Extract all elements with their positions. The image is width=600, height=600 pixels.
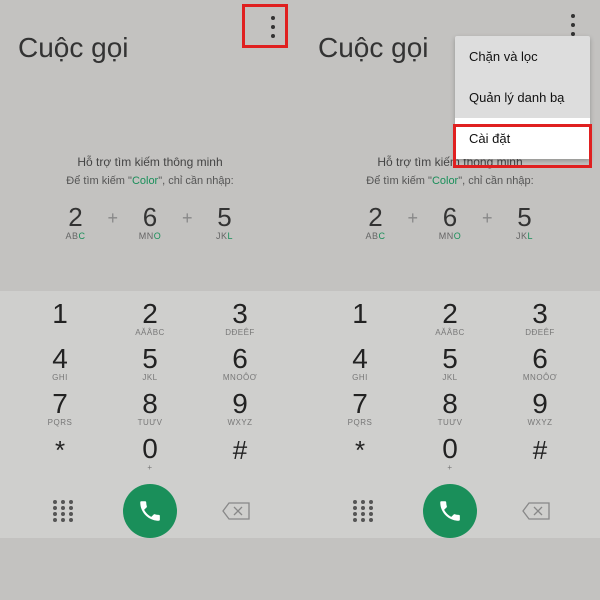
hint-line-1: Hỗ trợ tìm kiếm thông minh <box>10 155 290 169</box>
backspace-icon[interactable] <box>196 501 276 521</box>
key-1[interactable]: 1 <box>320 300 400 337</box>
key-9[interactable]: 9WXYZ <box>200 390 280 427</box>
key-8[interactable]: 8TUƯV <box>110 390 190 427</box>
key-0[interactable]: 0+ <box>410 435 490 472</box>
key-hash[interactable]: # <box>500 435 580 472</box>
example-keys: 2 ABC + 6 MNO + 5 JKL <box>310 202 590 241</box>
example-key: 2 ABC <box>53 202 97 241</box>
key-5[interactable]: 5JKL <box>110 345 190 382</box>
plus-sep: + <box>107 202 118 229</box>
keypad: 1 2AĂÂBC 3DĐEÊF 4GHI 5JKL 6MNOÔƠ 7PQRS 8… <box>0 291 300 538</box>
key-7[interactable]: 7PQRS <box>20 390 100 427</box>
keypad-toggle-icon[interactable] <box>324 500 404 522</box>
plus-sep: + <box>482 202 493 229</box>
page-title: Cuộc gọi <box>18 32 129 64</box>
example-key: 2 ABC <box>353 202 397 241</box>
key-3[interactable]: 3DĐEÊF <box>200 300 280 337</box>
menu-item-block[interactable]: Chặn và lọc <box>455 36 590 77</box>
example-key: 5 JKL <box>203 202 247 241</box>
call-button[interactable] <box>123 484 177 538</box>
backspace-icon[interactable] <box>496 501 576 521</box>
call-button[interactable] <box>423 484 477 538</box>
example-key: 6 MNO <box>428 202 472 241</box>
keypad-toggle-icon[interactable] <box>24 500 104 522</box>
page-title: Cuộc gọi <box>318 32 429 64</box>
plus-sep: + <box>182 202 193 229</box>
key-6[interactable]: 6MNOÔƠ <box>200 345 280 382</box>
key-5[interactable]: 5JKL <box>410 345 490 382</box>
smart-search-hint: Hỗ trợ tìm kiếm thông minh Để tìm kiếm "… <box>0 95 300 251</box>
key-1[interactable]: 1 <box>20 300 100 337</box>
key-star[interactable]: * <box>320 435 400 472</box>
example-key: 6 MNO <box>128 202 172 241</box>
menu-item-contacts[interactable]: Quản lý danh bạ <box>455 77 590 118</box>
example-keys: 2 ABC + 6 MNO + 5 JKL <box>10 202 290 241</box>
highlight-settings-item <box>453 124 592 168</box>
key-3[interactable]: 3DĐEÊF <box>500 300 580 337</box>
key-9[interactable]: 9WXYZ <box>500 390 580 427</box>
key-6[interactable]: 6MNOÔƠ <box>500 345 580 382</box>
example-key: 5 JKL <box>503 202 547 241</box>
key-4[interactable]: 4GHI <box>20 345 100 382</box>
key-7[interactable]: 7PQRS <box>320 390 400 427</box>
plus-sep: + <box>407 202 418 229</box>
key-hash[interactable]: # <box>200 435 280 472</box>
hint-line-2: Để tìm kiếm "Color", chỉ cần nhập: <box>10 175 290 187</box>
key-star[interactable]: * <box>20 435 100 472</box>
hint-line-2: Để tìm kiếm "Color", chỉ cần nhập: <box>310 175 590 187</box>
key-0[interactable]: 0+ <box>110 435 190 472</box>
dialer-panel-left: Cuộc gọi Hỗ trợ tìm kiếm thông minh Để t… <box>0 0 300 600</box>
key-4[interactable]: 4GHI <box>320 345 400 382</box>
key-2[interactable]: 2AĂÂBC <box>110 300 190 337</box>
key-2[interactable]: 2AĂÂBC <box>410 300 490 337</box>
dialer-panel-right: Cuộc gọi Chặn và lọc Quản lý danh bạ Cài… <box>300 0 600 600</box>
more-options-icon[interactable] <box>564 14 582 36</box>
highlight-more-button <box>242 4 288 48</box>
key-8[interactable]: 8TUƯV <box>410 390 490 427</box>
keypad: 1 2AĂÂBC 3DĐEÊF 4GHI 5JKL 6MNOÔƠ 7PQRS 8… <box>300 291 600 538</box>
